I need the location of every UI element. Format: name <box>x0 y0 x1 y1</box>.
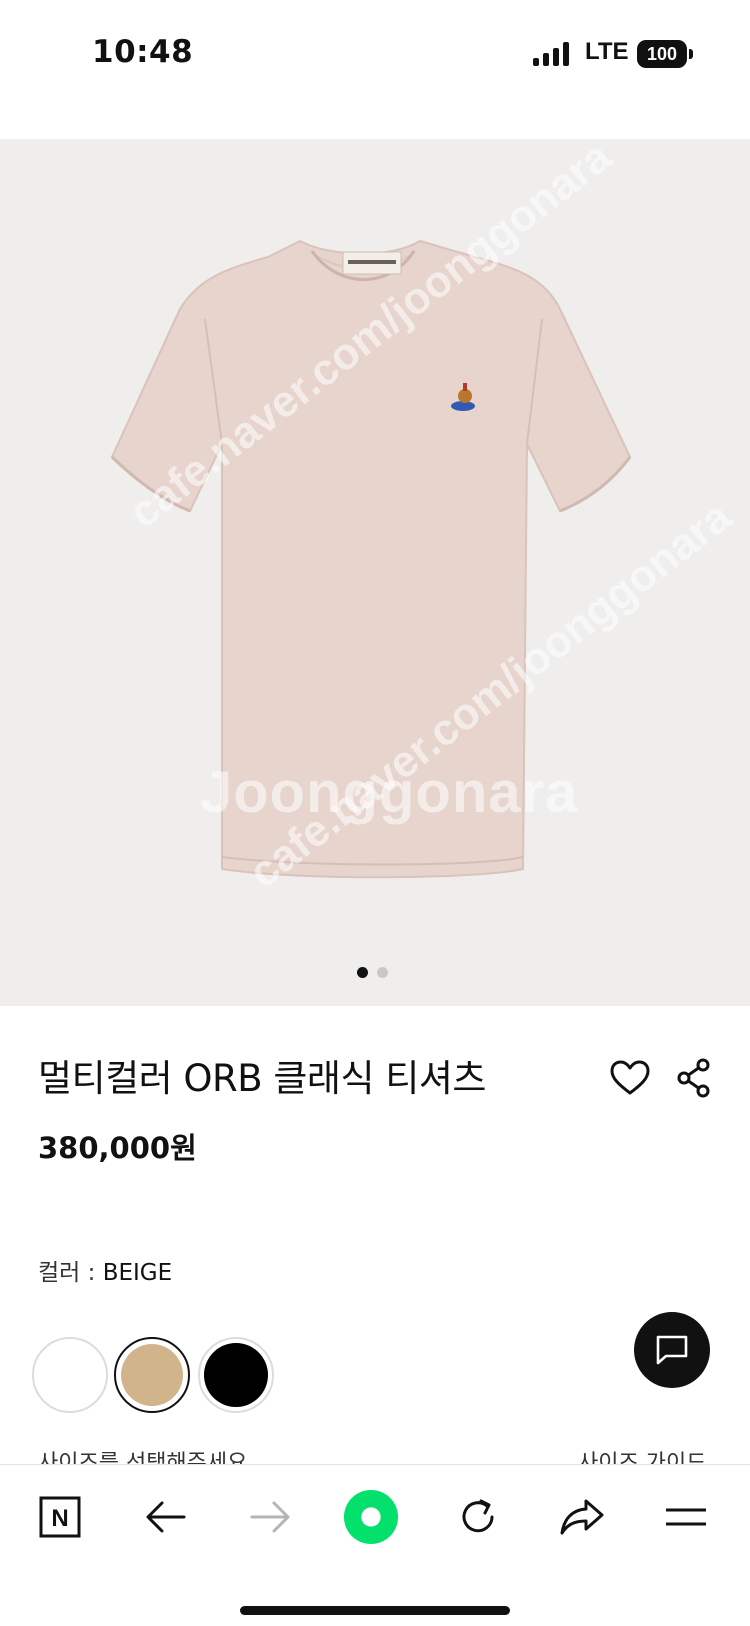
swatch-black[interactable] <box>198 1337 274 1413</box>
signal-icon <box>533 42 571 66</box>
chat-bubble-icon <box>656 1335 688 1365</box>
forward-icon <box>250 1501 290 1533</box>
carousel-dot-active[interactable] <box>357 967 368 978</box>
green-dot-icon <box>343 1489 399 1545</box>
share-nodes-icon <box>677 1058 710 1098</box>
svg-text:N: N <box>51 1505 68 1532</box>
forward-button[interactable] <box>242 1489 298 1545</box>
page: 10:48 LTE 100 cafe.naver.com/joonggonara… <box>0 0 750 1626</box>
browser-toolbar: N <box>0 1464 750 1626</box>
refresh-button[interactable] <box>450 1489 506 1545</box>
status-bar: 10:48 LTE 100 <box>0 0 750 110</box>
green-dot-button[interactable] <box>343 1489 399 1545</box>
menu-button[interactable] <box>658 1489 714 1545</box>
size-select-prompt[interactable]: 사이즈를 선택해주세요 <box>38 1450 247 1464</box>
chat-button[interactable] <box>634 1312 710 1388</box>
back-icon <box>146 1501 186 1533</box>
battery-tip <box>689 49 693 59</box>
battery-icon: 100 <box>637 40 687 68</box>
swatch-beige[interactable] <box>114 1337 190 1413</box>
color-selection-label: 컬러 : BEIGE <box>38 1253 172 1287</box>
menu-icon <box>666 1508 706 1526</box>
share-icon <box>560 1499 604 1535</box>
share-page-button[interactable] <box>554 1489 610 1545</box>
home-indicator[interactable] <box>240 1606 510 1615</box>
swatch-black-fill <box>204 1343 268 1407</box>
wishlist-button[interactable] <box>608 1056 652 1100</box>
color-value: BEIGE <box>102 1260 173 1286</box>
naver-home-icon: N <box>39 1496 81 1538</box>
product-image[interactable]: cafe.naver.com/joonggonara cafe.naver.co… <box>0 139 750 1006</box>
refresh-icon <box>462 1499 494 1533</box>
carousel-dot[interactable] <box>377 967 388 978</box>
size-guide-link[interactable]: 사이즈 가이드 <box>578 1450 706 1464</box>
product-title: 멀티컬러 ORB 클래식 티셔츠 <box>38 1057 486 1100</box>
naver-home-button[interactable]: N <box>32 1489 88 1545</box>
heart-icon <box>610 1060 650 1095</box>
share-button[interactable] <box>672 1056 716 1100</box>
color-label: 컬러 : <box>38 1260 103 1286</box>
network-label: LTE <box>585 38 629 65</box>
product-price: 380,000원 <box>38 1131 197 1165</box>
status-time: 10:48 <box>92 34 194 70</box>
back-button[interactable] <box>138 1489 194 1545</box>
swatch-beige-fill <box>121 1344 183 1406</box>
swatch-white[interactable] <box>32 1337 108 1413</box>
watermark-main: Joonggonara <box>200 760 579 825</box>
